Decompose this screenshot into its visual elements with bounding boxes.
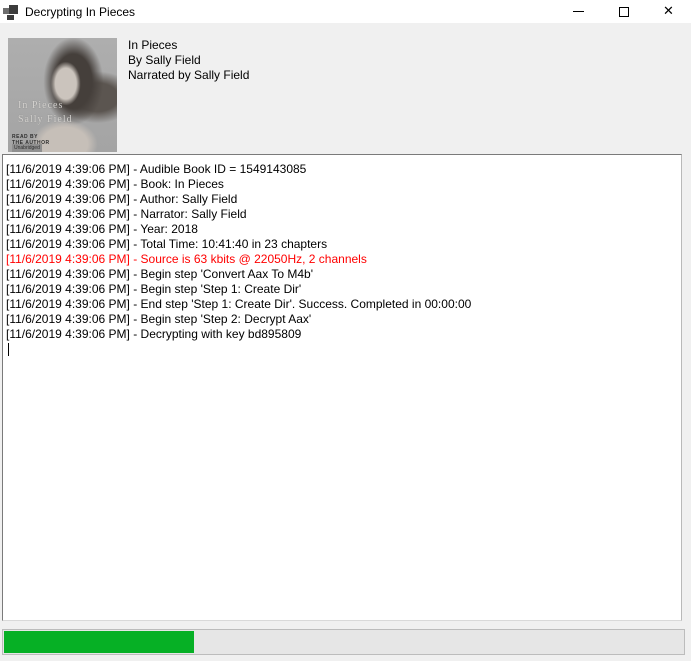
log-line: [11/6/2019 4:39:06 PM] - Begin step 'Ste… <box>6 312 677 327</box>
log-line: [11/6/2019 4:39:06 PM] - Book: In Pieces <box>6 177 677 192</box>
progress-fill <box>4 631 194 653</box>
book-author: By Sally Field <box>128 53 249 68</box>
log-textbox[interactable]: [11/6/2019 4:39:06 PM] - Audible Book ID… <box>2 154 682 621</box>
cover-author-text: Sally Field <box>18 114 73 126</box>
book-cover-image: In Pieces Sally Field READ BY THE AUTHOR… <box>8 38 117 152</box>
maximize-button[interactable] <box>601 0 646 23</box>
book-title: In Pieces <box>128 38 249 53</box>
log-line: [11/6/2019 4:39:06 PM] - Total Time: 10:… <box>6 237 677 252</box>
book-narrator: Narrated by Sally Field <box>128 68 249 83</box>
log-line: [11/6/2019 4:39:06 PM] - Year: 2018 <box>6 222 677 237</box>
log-line: [11/6/2019 4:39:06 PM] - Author: Sally F… <box>6 192 677 207</box>
cover-edition-label: Unabridged <box>12 144 42 152</box>
minimize-button[interactable] <box>556 0 601 23</box>
app-window: Decrypting In Pieces ✕ In Pieces Sally F… <box>0 0 691 661</box>
log-line: [11/6/2019 4:39:06 PM] - Begin step 'Con… <box>6 267 677 282</box>
log-line: [11/6/2019 4:39:06 PM] - Narrator: Sally… <box>6 207 677 222</box>
app-icon <box>3 4 19 20</box>
app-icon-square-2 <box>9 5 18 14</box>
cover-title-text: In Pieces <box>18 100 63 112</box>
log-line: [11/6/2019 4:39:06 PM] - Source is 63 kb… <box>6 252 677 267</box>
log-line: [11/6/2019 4:39:06 PM] - Begin step 'Ste… <box>6 282 677 297</box>
app-icon-square-3 <box>7 15 14 20</box>
progress-bar <box>2 629 685 655</box>
close-icon: ✕ <box>663 5 674 18</box>
maximize-icon <box>619 7 629 17</box>
titlebar[interactable]: Decrypting In Pieces ✕ <box>0 0 691 23</box>
log-line: [11/6/2019 4:39:06 PM] - End step 'Step … <box>6 297 677 312</box>
text-caret <box>8 343 9 356</box>
log-line: [11/6/2019 4:39:06 PM] - Decrypting with… <box>6 327 677 342</box>
minimize-icon <box>573 11 584 12</box>
log-line: [11/6/2019 4:39:06 PM] - Audible Book ID… <box>6 162 677 177</box>
close-button[interactable]: ✕ <box>646 0 691 23</box>
window-title: Decrypting In Pieces <box>25 5 135 19</box>
book-info: In Pieces By Sally Field Narrated by Sal… <box>128 38 249 83</box>
